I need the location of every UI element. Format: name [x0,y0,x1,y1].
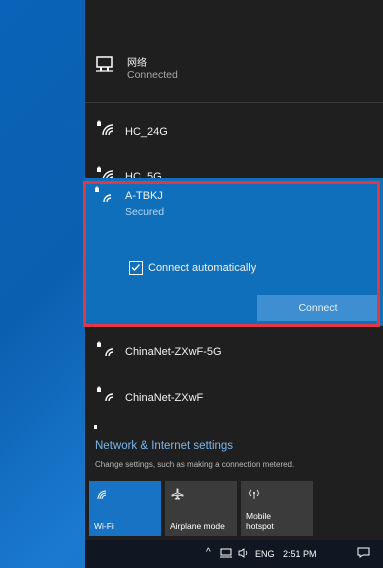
wifi-ssid: ChinaNet-ZXwF [125,392,204,404]
checkmark-icon [131,264,141,272]
chevron-up-icon[interactable]: ^ [206,547,211,558]
network-settings-link[interactable]: Network & Internet settings [95,440,233,452]
wifi-toggle-tile[interactable]: Wi-Fi [89,481,161,536]
notification-icon[interactable] [357,547,370,560]
lock-icon [94,425,97,429]
network-item-ethernet[interactable]: 网络 Connected [85,48,383,92]
airplane-icon [171,487,185,500]
hotspot-icon [247,487,261,499]
network-flyout: 网络 Connected HC_24G HC_5G A-TBKJ Secured… [85,0,383,540]
ethernet-icon [95,55,117,73]
tile-label: Mobile hotspot [246,511,274,531]
wifi-item-a-tbkj-expanded[interactable]: A-TBKJ Secured Connect automatically Con… [85,178,383,326]
network-status: Connected [127,69,178,81]
tile-label: Wi-Fi [94,521,114,531]
taskbar: ^ ENG 2:51 PM [85,540,383,568]
wifi-item-chinanet[interactable]: ChinaNet-ZXwF [85,382,383,412]
wifi-status: Secured [125,206,165,218]
wifi-item-chinanet-5g[interactable]: ChinaNet-ZXwF-5G [85,336,383,366]
tile-label: Airplane mode [170,521,225,531]
mobile-hotspot-tile[interactable]: Mobile hotspot [241,481,313,536]
clock[interactable]: 2:51 PM [283,549,317,559]
wifi-icon [95,487,109,500]
network-settings-description: Change settings, such as making a connec… [95,460,295,469]
network-name: 网络 [127,58,147,69]
wifi-ssid: ChinaNet-ZXwF-5G [125,346,222,358]
connect-button[interactable]: Connect [257,295,379,321]
auto-connect-label: Connect automatically [148,262,257,274]
wifi-secured-icon [93,340,115,358]
airplane-mode-tile[interactable]: Airplane mode [165,481,237,536]
auto-connect-checkbox[interactable] [129,261,143,275]
wifi-item-partial[interactable] [85,424,383,432]
wifi-secured-icon [93,385,115,403]
language-indicator[interactable]: ENG [255,549,275,559]
wifi-secured-icon [91,186,113,204]
volume-icon[interactable] [238,548,250,560]
wifi-item-hc-24g[interactable]: HC_24G [85,116,383,146]
quick-actions: Wi-Fi Airplane mode Mobile hotspot [89,481,379,536]
wifi-ssid: A-TBKJ [125,190,163,202]
wifi-secured-icon [93,119,115,137]
divider [85,102,383,103]
wifi-ssid: HC_24G [125,126,168,138]
network-tray-icon[interactable] [220,548,233,560]
